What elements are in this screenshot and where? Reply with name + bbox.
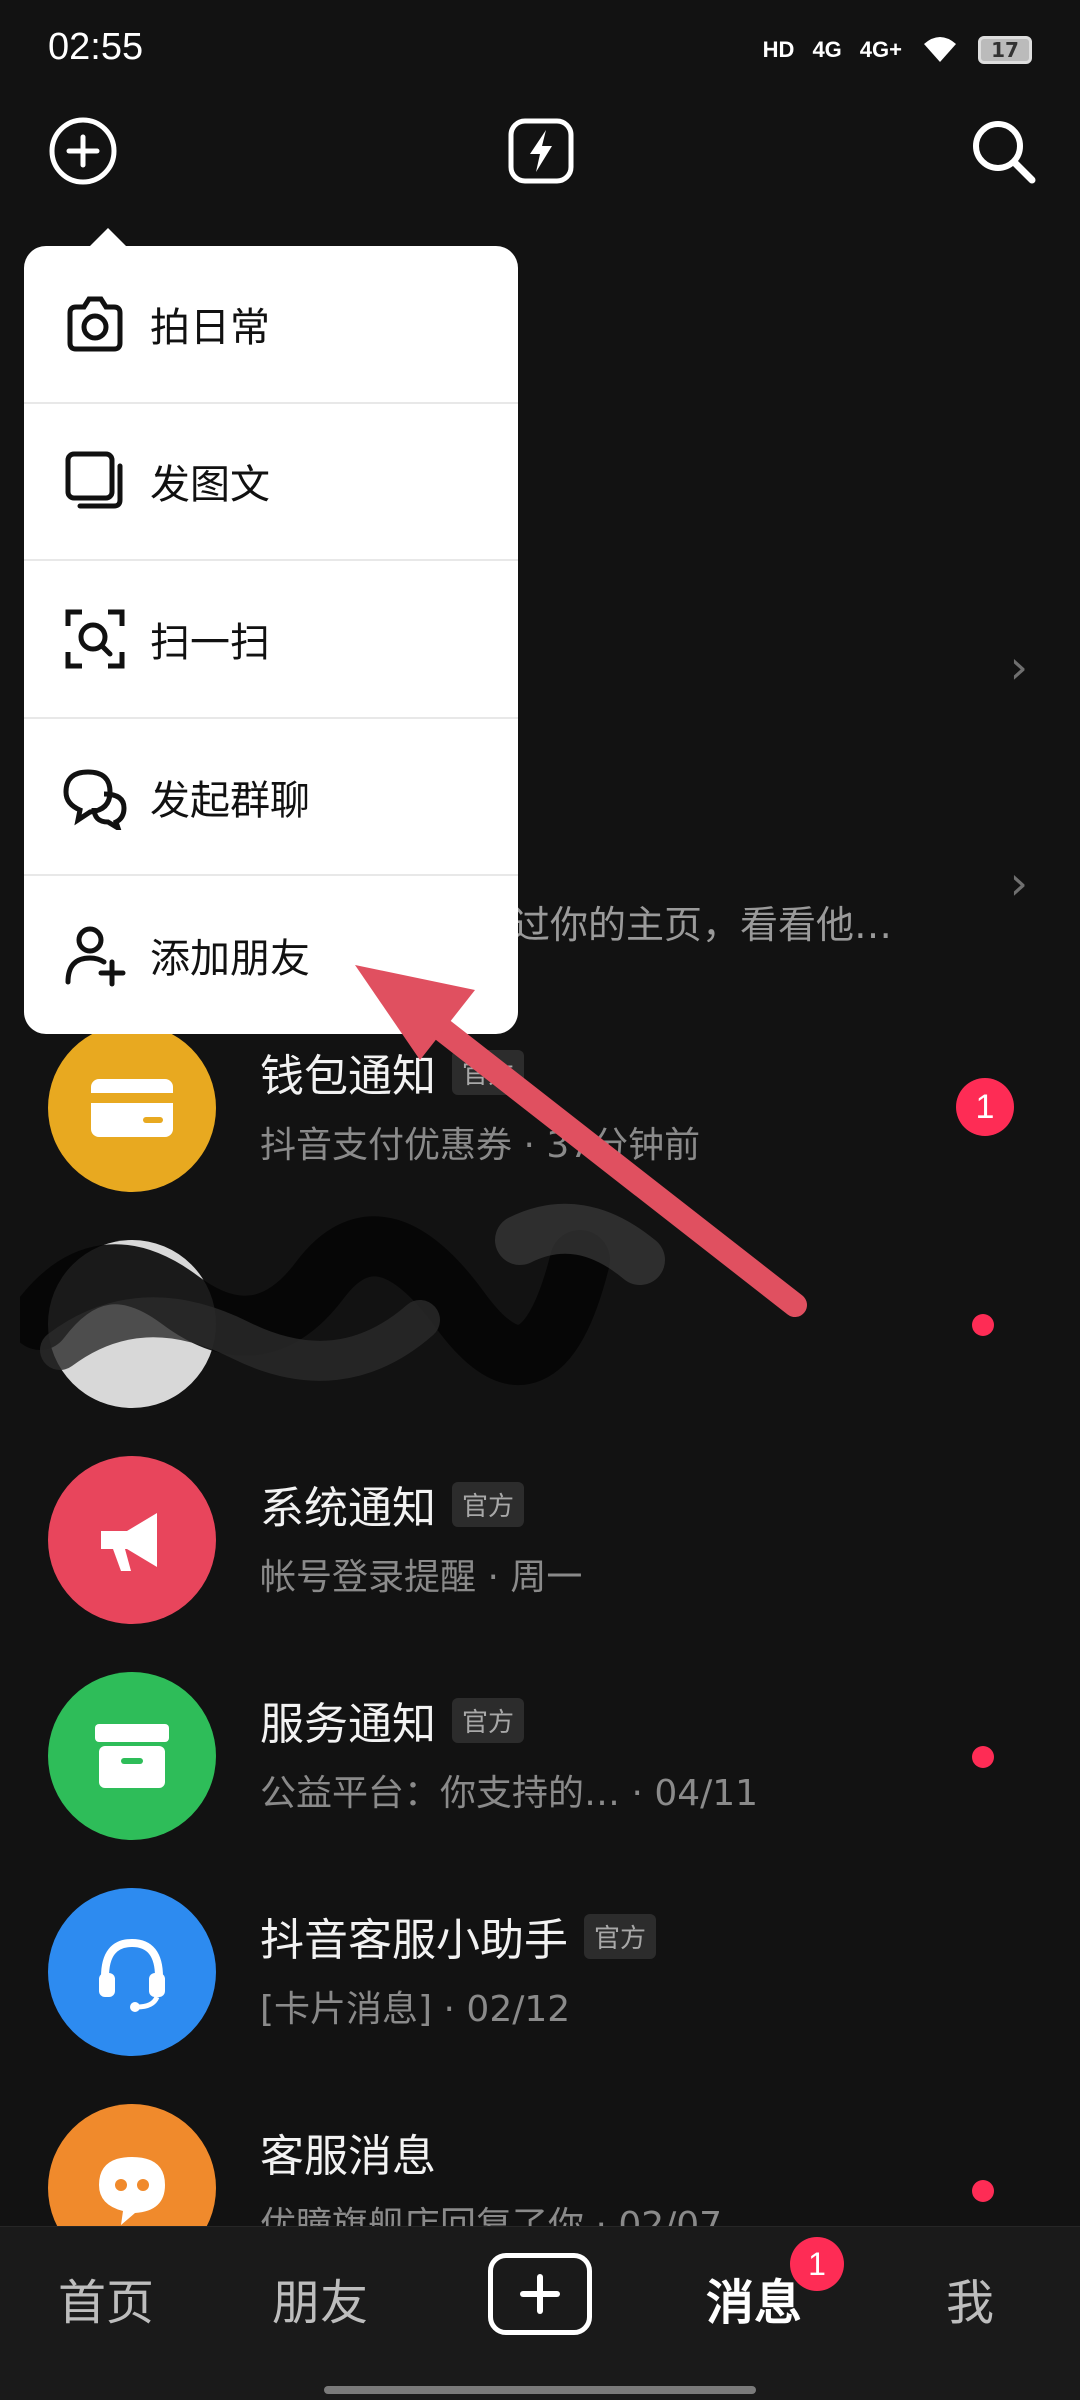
search-button[interactable] xyxy=(966,114,1040,188)
status-icons: HD 4G 4G+ 17 xyxy=(763,32,1032,68)
nav-friends[interactable]: 朋友 xyxy=(272,2263,368,2333)
signal-icon-1: 4G xyxy=(812,37,842,62)
chevron-right-icon[interactable]: › xyxy=(1010,640,1028,694)
row-title: 服务通知 官方 xyxy=(260,1688,525,1752)
row-subtitle: 抖音支付优惠券 · 37分钟前 xyxy=(260,1125,701,1166)
card-icon xyxy=(91,1079,173,1137)
nav-me[interactable]: 我 xyxy=(946,2263,994,2333)
menu-item-group-chat[interactable]: 发起群聊 xyxy=(24,719,518,877)
signal-icon-2: 4G+ xyxy=(859,37,902,62)
official-tag: 官方 xyxy=(452,1481,525,1527)
battery-icon: 17 xyxy=(978,36,1032,64)
popup-arrow xyxy=(88,228,128,248)
nav-create-button[interactable] xyxy=(488,2253,592,2335)
unread-badge: 1 xyxy=(956,1078,1014,1136)
lightning-icon xyxy=(508,118,574,184)
unread-dot xyxy=(972,1314,994,1336)
avatar xyxy=(48,1024,216,1192)
list-item[interactable]: 抖音客服小助手 官方 [卡片消息] · 02/12 xyxy=(0,1864,1080,2080)
menu-item-label: 扫一扫 xyxy=(150,619,270,666)
image-post-icon xyxy=(60,446,130,516)
avatar xyxy=(48,1888,216,2056)
row-subtitle: 帐号登录提醒 · 周一 xyxy=(260,1557,583,1598)
list-item[interactable]: 系统通知 官方 帐号登录提醒 · 周一 xyxy=(0,1432,1080,1648)
menu-item-add-friend[interactable]: 添加朋友 xyxy=(24,876,518,1034)
chat-bubble-icon xyxy=(99,2157,165,2225)
inbox-icon xyxy=(95,1724,169,1788)
messages-badge: 1 xyxy=(790,2237,844,2291)
status-time: 02:55 xyxy=(48,26,144,68)
unread-dot xyxy=(972,1746,994,1768)
add-menu-popup: 拍日常 发图文 扫一扫 发起群聊 添加朋友 xyxy=(24,228,518,1034)
avatar xyxy=(48,1672,216,1840)
menu-item-label: 拍日常 xyxy=(150,304,270,351)
row-title-text: 系统通知 xyxy=(260,1483,436,1534)
row-title-text: 客服消息 xyxy=(260,2131,436,2182)
list-item[interactable]: 服务通知 官方 公益平台：你支持的… · 04/11 xyxy=(0,1648,1080,1864)
row-title-text: 钱包通知 xyxy=(260,1051,436,1102)
bottom-nav: 首页 朋友 消息 1 我 xyxy=(0,2226,1080,2400)
unread-dot xyxy=(972,2180,994,2202)
camera-icon xyxy=(60,289,130,359)
search-icon xyxy=(973,121,1036,184)
row-title: 抖音客服小助手 官方 xyxy=(260,1904,657,1968)
official-tag: 官方 xyxy=(584,1913,657,1959)
group-chat-icon xyxy=(60,762,130,832)
redaction-scribble xyxy=(20,1203,665,1385)
peek-row-subtitle: 过你的主页，看看他… xyxy=(512,903,893,947)
headset-icon xyxy=(99,1938,165,2012)
home-indicator[interactable] xyxy=(324,2386,756,2394)
nav-messages[interactable]: 消息 xyxy=(706,2263,802,2333)
row-title: 系统通知 官方 xyxy=(260,1472,525,1536)
row-title-text: 服务通知 xyxy=(260,1699,436,1750)
add-friend-icon xyxy=(60,920,130,990)
row-subtitle: [卡片消息] · 02/12 xyxy=(260,1989,571,2030)
scan-icon xyxy=(60,604,130,674)
wifi-icon xyxy=(920,32,960,68)
hd-icon: HD xyxy=(762,37,795,62)
row-title-text: 抖音客服小助手 xyxy=(260,1915,568,1966)
plus-circle-icon xyxy=(49,117,117,185)
nav-home[interactable]: 首页 xyxy=(58,2263,154,2333)
menu-item-label: 添加朋友 xyxy=(150,936,310,983)
official-tag: 官方 xyxy=(452,1697,525,1743)
flash-button[interactable] xyxy=(506,116,576,186)
row-subtitle: 公益平台：你支持的… · 04/11 xyxy=(260,1773,759,1814)
menu-item-shoot-daily[interactable]: 拍日常 xyxy=(24,246,518,404)
status-bar: 02:55 HD 4G 4G+ 17 xyxy=(0,0,1080,100)
plus-icon xyxy=(520,2274,560,2314)
add-button[interactable] xyxy=(46,114,120,188)
chevron-right-icon[interactable]: › xyxy=(1010,856,1028,910)
menu-item-post-image[interactable]: 发图文 xyxy=(24,404,518,562)
official-tag: 官方 xyxy=(452,1049,525,1095)
top-bar xyxy=(0,100,1080,200)
row-title: 客服消息 xyxy=(260,2120,436,2184)
avatar xyxy=(48,1456,216,1624)
menu-item-label: 发图文 xyxy=(150,462,270,509)
megaphone-icon xyxy=(101,1513,157,1571)
menu-item-label: 发起群聊 xyxy=(150,777,310,824)
menu-item-scan[interactable]: 扫一扫 xyxy=(24,561,518,719)
row-title: 钱包通知 官方 xyxy=(260,1040,525,1104)
